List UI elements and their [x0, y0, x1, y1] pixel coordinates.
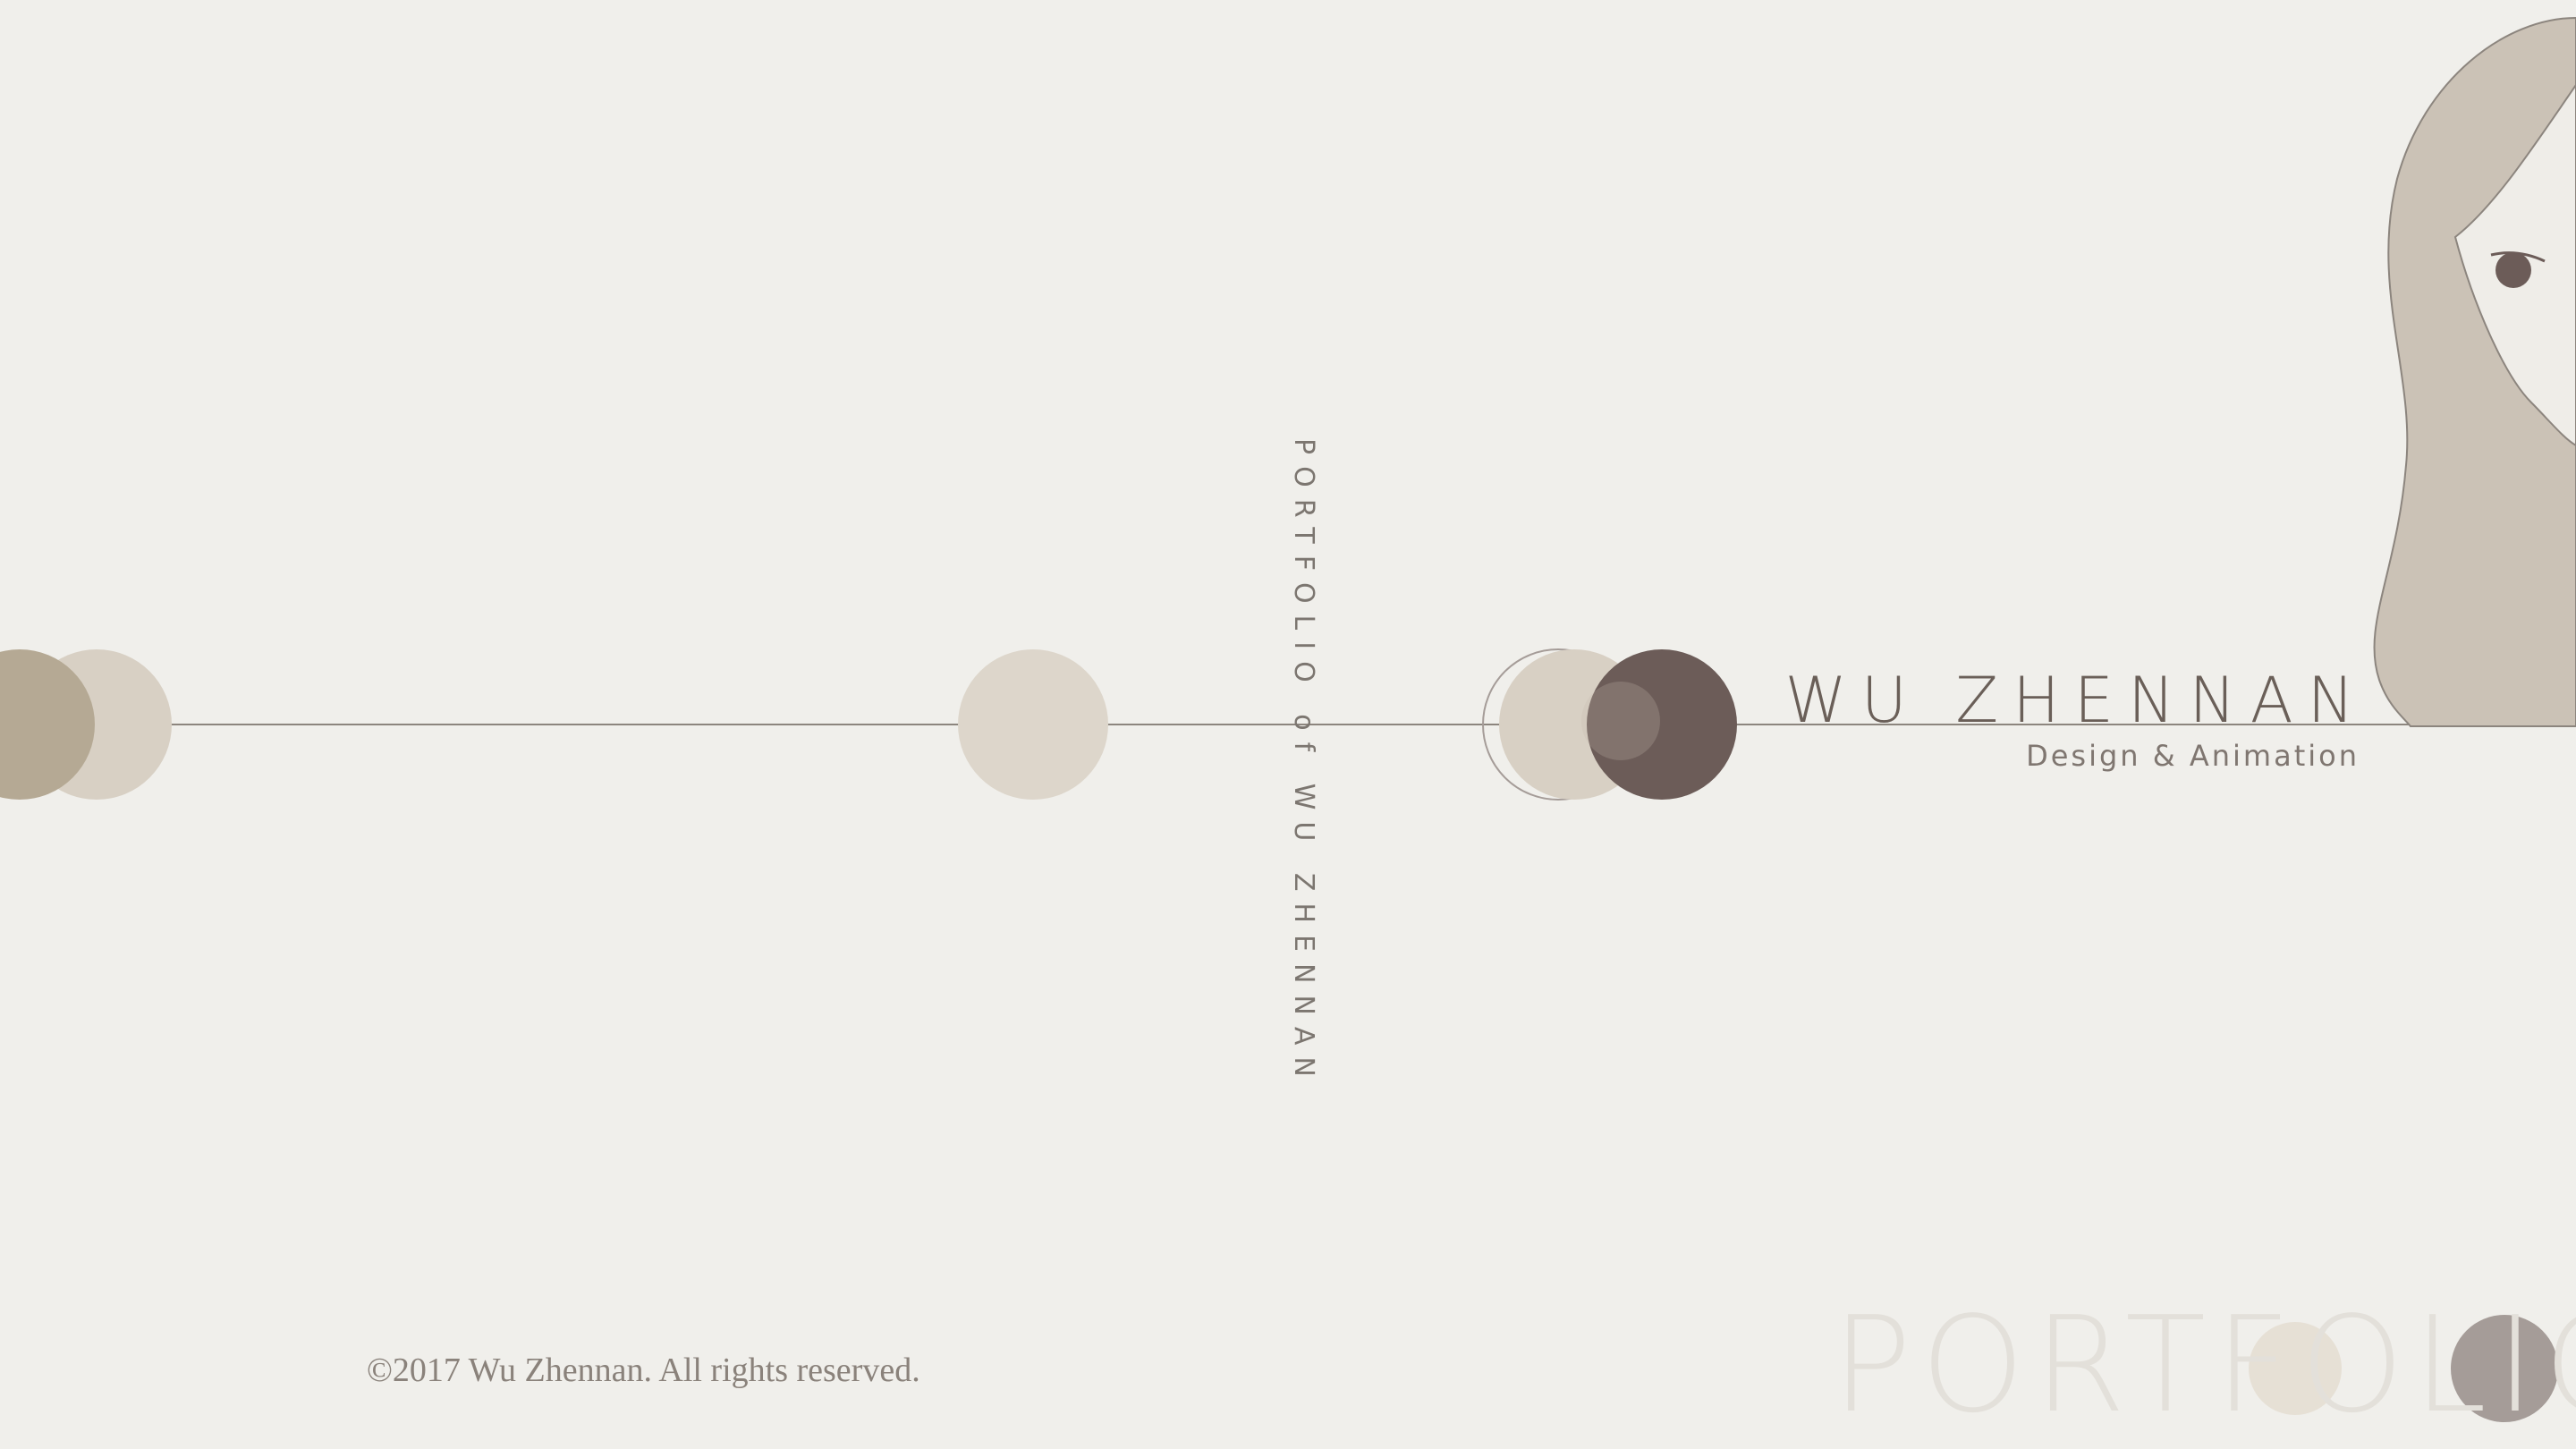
- author-name: WU ZHENNAN: [1784, 664, 2368, 737]
- middle-circle: [958, 649, 1108, 800]
- portfolio-cover: PORTFOLIO PORTFOLIO of WU ZHENNAN WU ZHE…: [0, 0, 2576, 1449]
- author-subtitle: Design & Animation: [2026, 739, 2360, 773]
- spine-title: PORTFOLIO of WU ZHENNAN: [1288, 438, 1319, 1089]
- girl-illustration: [2373, 16, 2576, 727]
- overlap-tint: [1581, 682, 1660, 760]
- eye-icon: [2496, 252, 2531, 288]
- portfolio-watermark: PORTFOLIO: [1832, 1288, 2576, 1442]
- copyright-notice: ©2017 Wu Zhennan. All rights reserved.: [367, 1352, 920, 1389]
